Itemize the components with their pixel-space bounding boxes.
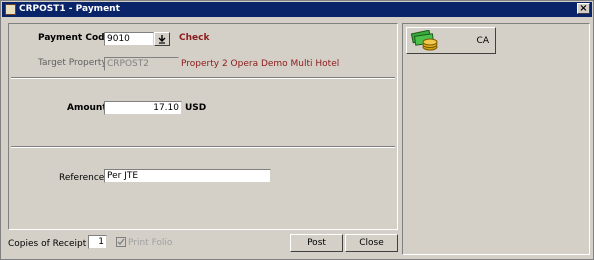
dropdown-arrow-icon [158, 35, 166, 44]
payment-code-input[interactable]: 9010 [104, 32, 154, 46]
payment-code-dropdown-button[interactable] [154, 32, 170, 46]
ca-payment-button[interactable]: CA [406, 27, 496, 54]
post-button[interactable]: Post [290, 234, 343, 252]
close-window-button[interactable]: × [577, 3, 590, 14]
print-folio-checkbox[interactable] [116, 237, 126, 247]
payment-code-label: Payment Code [38, 33, 111, 43]
amount-input[interactable]: 17.10 [104, 101, 182, 115]
payment-dialog: CRPOST1 - Payment × Payment Code 9010 Ch… [0, 0, 594, 260]
post-label: Post [307, 238, 326, 248]
separator-1 [11, 77, 395, 79]
target-property-label: Target Property [38, 58, 107, 68]
close-button[interactable]: Close [345, 234, 398, 252]
reference-label: Reference [59, 173, 105, 183]
print-folio-label: Print Folio [128, 238, 173, 248]
copies-of-receipt-input[interactable]: 1 [88, 235, 107, 249]
window-title: CRPOST1 - Payment [19, 4, 120, 14]
checkmark-icon [117, 238, 125, 245]
separator-2 [11, 146, 395, 148]
payment-form-panel: Payment Code 9010 Check Target Property … [8, 23, 398, 230]
target-property-input: CRPOST2 [104, 57, 179, 71]
payment-code-description: Check [179, 33, 210, 43]
currency-label: USD [185, 103, 207, 113]
target-property-description: Property 2 Opera Demo Multi Hotel [181, 59, 340, 69]
close-label: Close [359, 238, 384, 248]
money-icon [411, 30, 438, 51]
copies-of-receipt-label: Copies of Receipt [8, 239, 87, 249]
app-icon [5, 4, 16, 15]
amount-label: Amount [67, 103, 107, 113]
ca-label: CA [476, 36, 489, 46]
reference-input[interactable]: Per JTE [104, 169, 271, 183]
title-bar: CRPOST1 - Payment × [2, 2, 592, 17]
payment-methods-panel: CA [402, 23, 590, 255]
